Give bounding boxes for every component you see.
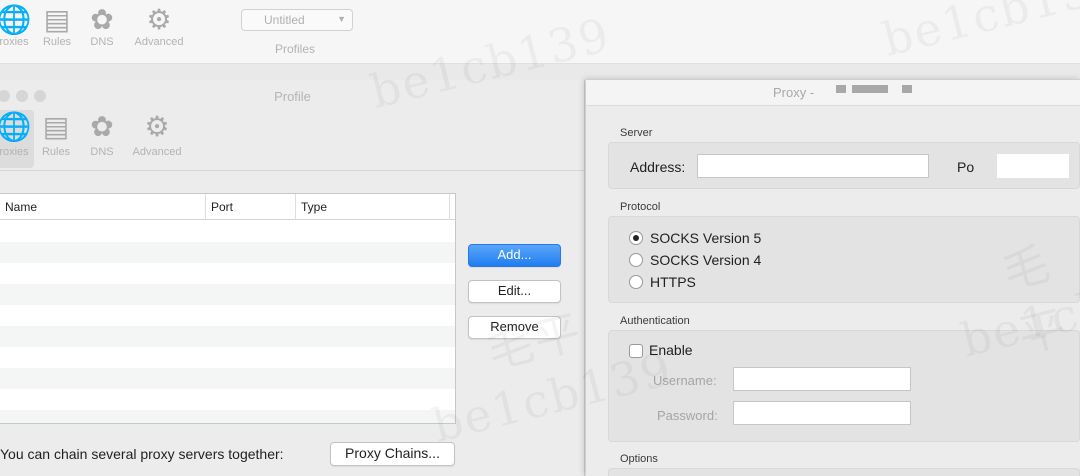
- password-label: Password:: [657, 408, 718, 423]
- table-row: [0, 242, 455, 263]
- dns-icon: ✿: [90, 3, 114, 36]
- proxy-table[interactable]: Name Port Type: [0, 193, 456, 424]
- edit-button[interactable]: Edit...: [468, 280, 561, 303]
- radio-socks5[interactable]: SOCKS Version 5: [629, 230, 829, 248]
- toolbar-divider: [0, 170, 585, 171]
- profile-window: Profile 🌐 roxies ▤ Rules ✿ DNS ⚙ Advance…: [0, 80, 585, 476]
- enable-auth-checkbox[interactable]: Enable: [629, 342, 729, 360]
- address-label: Address:: [630, 159, 686, 175]
- table-row: [0, 305, 455, 326]
- table-row: [0, 284, 455, 305]
- add-button[interactable]: Add...: [468, 244, 561, 267]
- authentication-section-label: Authentication: [620, 315, 690, 327]
- toolbar-item-proxies[interactable]: 🌐 roxies: [0, 3, 34, 49]
- table-row: [0, 263, 455, 284]
- radio-button[interactable]: [629, 253, 643, 267]
- toolbar-item-dns[interactable]: ✿ DNS: [84, 3, 120, 49]
- redacted-text: [836, 85, 846, 93]
- port-label: Po: [957, 159, 975, 175]
- gear-icon: ⚙: [144, 110, 170, 143]
- redacted-text: [852, 85, 888, 93]
- proxy-window: Proxy - Server Address: Po Protocol SOCK…: [586, 79, 1080, 476]
- table-row: [0, 347, 455, 368]
- radio-button-selected[interactable]: [629, 231, 643, 245]
- profile-titlebar: Profile: [0, 80, 585, 114]
- toolbar-item-rules[interactable]: ▤ Rules: [38, 3, 76, 49]
- authentication-group: Enable Username: Password:: [608, 330, 1080, 442]
- proxy-titlebar: Proxy -: [586, 80, 1080, 106]
- options-group: [608, 468, 1080, 476]
- globe-icon: 🌐: [0, 110, 32, 143]
- address-field[interactable]: [697, 154, 929, 178]
- profiles-label: Profiles: [275, 42, 316, 56]
- main-toolbar: 🌐 roxies ▤ Rules ✿ DNS ⚙ Advanced Untitl…: [0, 0, 1080, 64]
- username-input[interactable]: [734, 368, 910, 390]
- username-label: Username:: [653, 373, 717, 388]
- protocol-section-label: Protocol: [620, 201, 661, 213]
- radio-button[interactable]: [629, 275, 643, 289]
- list-icon: ▤: [42, 110, 70, 143]
- profile-select[interactable]: Untitled ▼: [241, 9, 353, 31]
- options-section-label: Options: [620, 453, 658, 465]
- checkbox[interactable]: [629, 344, 643, 358]
- table-row: [0, 410, 455, 423]
- port-field[interactable]: [997, 154, 1069, 178]
- table-row: [0, 368, 455, 389]
- radio-https[interactable]: HTTPS: [629, 274, 829, 292]
- port-input[interactable]: [998, 155, 1068, 177]
- table-row: [0, 389, 455, 410]
- server-section-label: Server: [620, 127, 653, 139]
- password-field[interactable]: [733, 401, 911, 425]
- toolbar-item-dns[interactable]: ✿ DNS: [84, 110, 120, 159]
- gear-icon: ⚙: [146, 3, 172, 36]
- proxy-chains-button[interactable]: Proxy Chains...: [330, 442, 455, 466]
- server-group: Address: Po: [608, 142, 1080, 189]
- chevron-down-icon: ▼: [337, 14, 346, 24]
- toolbar-item-proxies-selected[interactable]: 🌐 roxies: [0, 110, 34, 168]
- proxy-window-title: Proxy -: [773, 85, 815, 100]
- proxy-chain-hint: You can chain several proxy servers toge…: [0, 446, 284, 462]
- column-header-type[interactable]: Type: [296, 194, 450, 220]
- table-row: [0, 221, 455, 242]
- radio-socks4[interactable]: SOCKS Version 4: [629, 252, 829, 270]
- username-field[interactable]: [733, 367, 911, 391]
- protocol-group: SOCKS Version 5 SOCKS Version 4 HTTPS: [608, 216, 1080, 303]
- address-input[interactable]: [698, 155, 928, 177]
- toolbar-item-advanced[interactable]: ⚙ Advanced: [124, 110, 190, 159]
- toolbar-item-rules[interactable]: ▤ Rules: [38, 110, 74, 159]
- globe-icon: 🌐: [0, 3, 32, 36]
- column-header-port[interactable]: Port: [206, 194, 296, 220]
- dns-icon: ✿: [90, 110, 114, 143]
- column-header-name[interactable]: Name: [0, 194, 206, 220]
- toolbar-item-advanced[interactable]: ⚙ Advanced: [126, 3, 192, 49]
- password-input[interactable]: [734, 402, 910, 424]
- redacted-text: [902, 85, 912, 93]
- table-row: [0, 326, 455, 347]
- window-gap: [0, 64, 1080, 80]
- table-header: Name Port Type: [0, 194, 455, 220]
- remove-button[interactable]: Remove: [468, 316, 561, 339]
- profile-window-title: Profile: [274, 89, 311, 104]
- list-icon: ▤: [43, 3, 71, 36]
